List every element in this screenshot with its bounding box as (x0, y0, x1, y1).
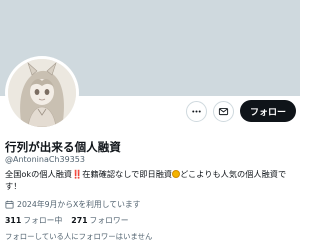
profile-actions: フォロー (185, 100, 296, 122)
following-count: 311 (5, 216, 22, 225)
mail-icon (218, 107, 229, 115)
following-label: フォロー中 (23, 216, 63, 225)
display-name: 行列が出来る個人融資 (5, 140, 121, 154)
bio-text: 在籍確認なしで即日融資 (82, 169, 173, 179)
followers-label: フォロワー (89, 216, 129, 225)
join-date-text: 2024年9月からXを利用しています (17, 200, 141, 209)
double-exclamation-icon: ‼️ (72, 169, 83, 179)
avatar[interactable] (5, 56, 79, 130)
follow-stats: 311 フォロー中 271 フォロワー (5, 215, 129, 226)
message-button[interactable] (212, 100, 234, 122)
avatar-image (8, 59, 76, 127)
more-button[interactable] (185, 100, 207, 122)
followers-you-know: フォローしている人にフォロワーはいません (5, 232, 153, 241)
more-icon (192, 109, 201, 113)
join-date: 2024年9月からXを利用しています (5, 199, 140, 210)
coin-icon (172, 170, 181, 178)
following-link[interactable]: 311 フォロー中 (5, 215, 62, 226)
handle: @AntoninaCh39353 (5, 155, 85, 164)
bio-text: 全国okの個人融資 (5, 169, 73, 179)
follow-button[interactable]: フォロー (239, 100, 296, 122)
bio: 全国okの個人融資‼️在籍確認なしで即日融資 どこよりも人気の個人融資です！ (5, 168, 297, 192)
followers-count: 271 (71, 216, 88, 225)
followers-link[interactable]: 271 フォロワー (71, 215, 128, 226)
calendar-icon (5, 200, 14, 209)
